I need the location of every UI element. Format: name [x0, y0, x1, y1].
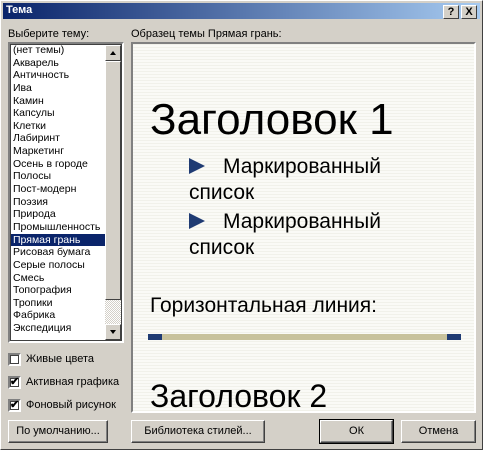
theme-list-label: Выберите тему: — [8, 28, 90, 40]
theme-list-item[interactable]: Тропики — [11, 297, 108, 310]
theme-list-item[interactable]: Природа — [11, 208, 108, 221]
theme-list-item[interactable]: Античность — [11, 69, 108, 82]
theme-list-item[interactable]: (нет темы) — [11, 44, 108, 57]
theme-dialog: Тема ? X Выберите тему: (нет темы) Акваре… — [0, 0, 483, 450]
bullet-1-line-2: список — [189, 181, 255, 204]
theme-list-item[interactable]: Серые полосы — [11, 259, 108, 272]
theme-list-items: (нет темы) Акварель Античность Ива Камин Капс… — [11, 44, 108, 335]
theme-list-item[interactable]: Клетки — [11, 120, 108, 133]
theme-list-item[interactable]: Акварель — [11, 57, 108, 70]
bullet-arrow-icon — [189, 213, 205, 229]
theme-list-scrollbar[interactable] — [105, 45, 121, 340]
title-bar[interactable]: Тема ? X — [3, 3, 480, 19]
vivid-colors-checkbox[interactable] — [8, 353, 21, 366]
scroll-up-button[interactable] — [105, 45, 121, 61]
theme-list-item[interactable]: Поэзия — [11, 196, 108, 209]
theme-list-item[interactable]: Фабрика — [11, 309, 108, 322]
theme-list-item[interactable]: Маркетинг — [11, 145, 108, 158]
scroll-down-button[interactable] — [105, 324, 121, 340]
preview-bullet-2: Маркированный список — [189, 209, 449, 261]
theme-list-item[interactable]: Капсулы — [11, 107, 108, 120]
preview-heading-2: Заголовок 2 — [150, 378, 328, 413]
background-image-checkbox[interactable]: ✔ — [8, 399, 21, 412]
triangle-up-icon — [110, 51, 116, 55]
theme-list-item[interactable]: Камин — [11, 95, 108, 108]
theme-list-item[interactable]: Прямая грань — [11, 233, 108, 247]
triangle-down-icon — [110, 330, 116, 334]
bullet-1-line-1: Маркированный — [223, 155, 381, 178]
theme-list-item[interactable]: Смесь — [11, 272, 108, 285]
ok-button[interactable]: ОК — [319, 419, 394, 444]
preview-label: Образец темы Прямая грань: — [131, 28, 282, 40]
theme-list-item[interactable]: Топография — [11, 284, 108, 297]
theme-list-item[interactable]: Промышленность — [11, 221, 108, 234]
close-button[interactable]: X — [461, 5, 477, 19]
cancel-button[interactable]: Отмена — [401, 420, 476, 443]
bullet-arrow-icon — [189, 158, 205, 174]
style-gallery-button[interactable]: Библиотека стилей... — [131, 420, 265, 443]
vivid-colors-label: Живые цвета — [26, 353, 95, 365]
theme-list-item[interactable]: Осень в городе — [11, 158, 108, 171]
background-image-label: Фоновый рисунок — [26, 399, 116, 411]
theme-preview: Заголовок 1 Маркированный список Маркиро… — [131, 42, 476, 413]
scroll-thumb[interactable] — [105, 61, 121, 300]
theme-list-item[interactable]: Пост-модерн — [11, 183, 108, 196]
preview-bullet-1: Маркированный список — [189, 154, 449, 206]
theme-listbox[interactable]: (нет темы) Акварель Античность Ива Камин Капс… — [8, 42, 124, 343]
theme-list-item[interactable]: Экспедиция — [11, 322, 108, 335]
bullet-2-line-1: Маркированный — [223, 210, 381, 233]
active-graphics-checkbox[interactable]: ✔ — [8, 376, 21, 389]
theme-list-item[interactable]: Лабиринт — [11, 132, 108, 145]
active-graphics-label: Активная графика — [26, 376, 120, 388]
theme-list-item[interactable]: Ива — [11, 82, 108, 95]
theme-list-item[interactable]: Полосы — [11, 170, 108, 183]
preview-hline-label: Горизонтальная линия: — [150, 294, 377, 317]
preview-heading-1: Заголовок 1 — [150, 95, 394, 144]
bullet-2-line-2: список — [189, 236, 255, 259]
preview-horizontal-line — [148, 334, 461, 340]
default-button[interactable]: По умолчанию... — [8, 420, 108, 443]
theme-list-item[interactable]: Рисовая бумага — [11, 246, 108, 259]
window-title: Тема — [6, 4, 33, 16]
help-button[interactable]: ? — [443, 5, 459, 19]
